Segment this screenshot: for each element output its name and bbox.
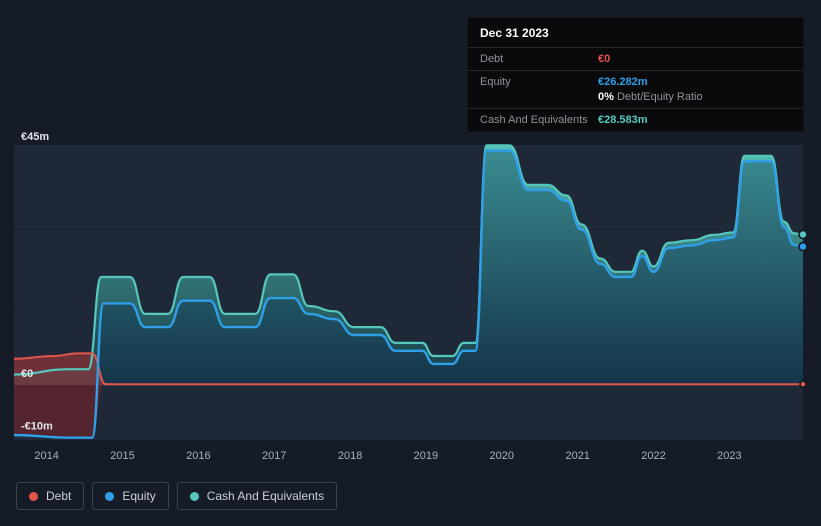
debt-equity-history-chart: €45m €0 -€10m 2014 2015 2016 2017 2018 2019 2020 2… <box>0 0 821 526</box>
x-axis-label: 2015 <box>110 450 134 462</box>
x-axis-label: 2023 <box>717 450 741 462</box>
equity-endpoint-dot <box>798 241 808 252</box>
debt-endpoint-dot <box>799 380 807 389</box>
x-axis-label: 2014 <box>34 450 58 462</box>
debt-legend-dot <box>29 491 38 501</box>
legend-item-cash[interactable]: Cash And Equivalents <box>176 482 338 510</box>
x-axis-label: 2016 <box>186 450 210 462</box>
cash-legend-dot <box>189 491 199 501</box>
legend-label-cash: Cash And Equivalents <box>206 489 325 503</box>
x-axis-label: 2019 <box>414 450 438 462</box>
tooltip-cash-label: Cash And Equivalents <box>480 114 588 126</box>
legend-label-debt: Debt <box>46 489 72 503</box>
legend-item-equity[interactable]: Equity <box>92 482 169 510</box>
legend-label-equity: Equity <box>122 489 156 503</box>
tooltip-row-equity: Equity €26.282m 0% Debt/Equity Ratio <box>468 70 803 108</box>
y-axis-label: €45m <box>21 131 49 143</box>
cash-and-equivalents-endpoint-dot <box>798 229 808 240</box>
tooltip-row-cash: Cash And Equivalents €28.583m <box>468 108 803 131</box>
legend: Debt Equity Cash And Equivalents <box>16 482 338 510</box>
x-axis-label: 2018 <box>338 450 362 462</box>
x-axis-label: 2021 <box>565 450 589 462</box>
y-axis-label: €0 <box>21 368 33 380</box>
tooltip-debt-value: €0 <box>598 53 611 65</box>
y-axis-label: -€10m <box>21 421 53 433</box>
tooltip-row-debt: Debt €0 <box>468 47 803 70</box>
tooltip-panel: Dec 31 2023 Debt €0 Equity €26.282m 0% D… <box>467 17 804 132</box>
tooltip-debt-label: Debt <box>480 53 504 65</box>
x-axis-label: 2017 <box>262 450 286 462</box>
equity-legend-dot <box>105 491 115 501</box>
tooltip-equity-label: Equity <box>480 76 511 88</box>
tooltip-equity-value: €26.282m <box>598 76 648 88</box>
x-axis-label: 2020 <box>490 450 514 462</box>
legend-item-debt[interactable]: Debt <box>16 482 85 510</box>
tooltip-debt-equity-ratio: 0% Debt/Equity Ratio <box>598 91 703 103</box>
x-axis-label: 2022 <box>641 450 665 462</box>
tooltip-cash-value: €28.583m <box>598 114 648 126</box>
tooltip-date: Dec 31 2023 <box>480 26 549 40</box>
